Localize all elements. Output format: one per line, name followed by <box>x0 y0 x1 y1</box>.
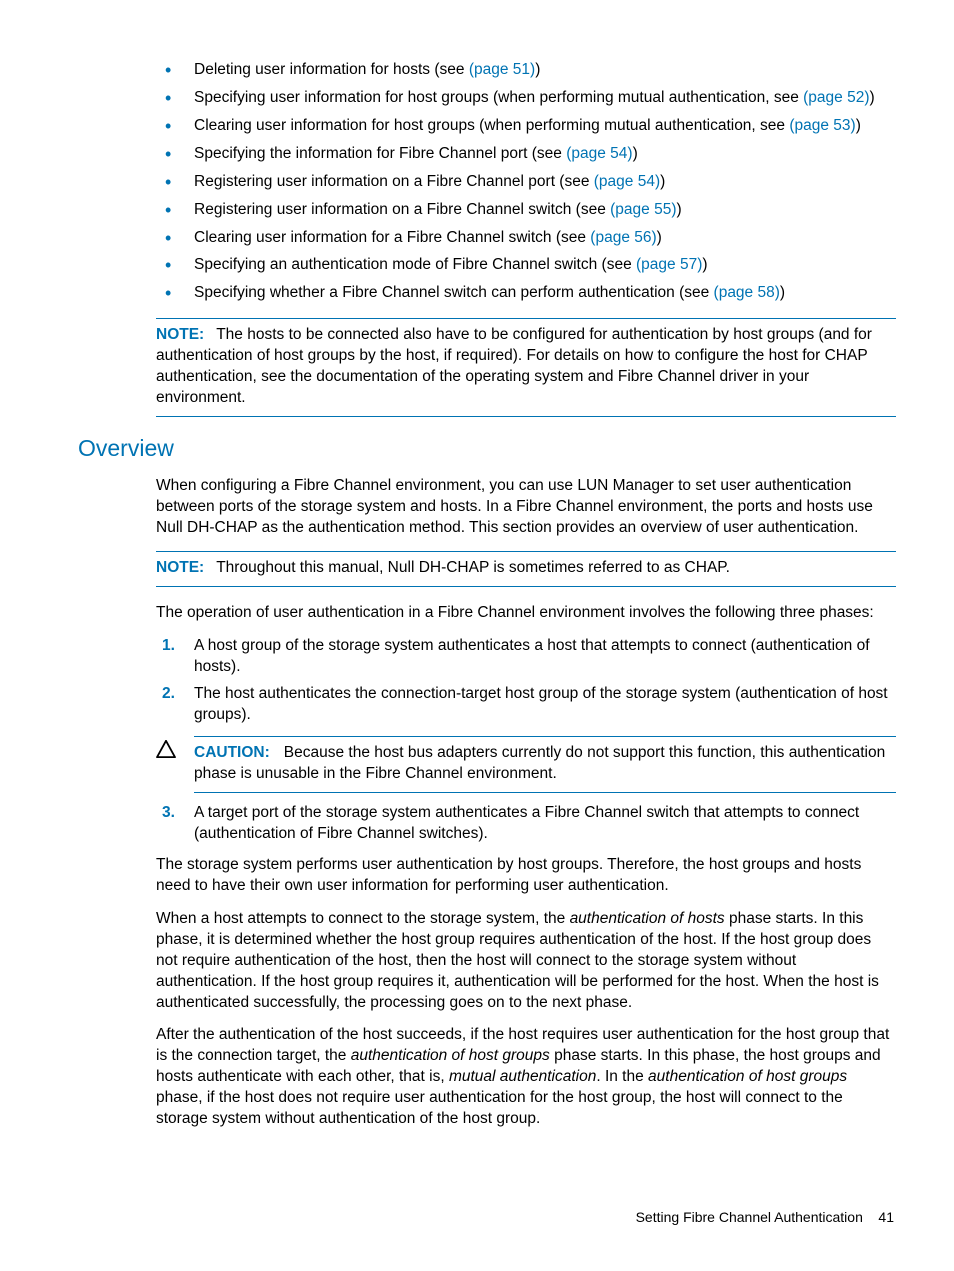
emphasis: authentication of host groups <box>648 1068 847 1085</box>
emphasis: authentication of hosts <box>570 910 725 927</box>
phases-intro: The operation of user authentication in … <box>156 603 896 624</box>
phase-text: A target port of the storage system auth… <box>194 804 859 842</box>
list-item: Deleting user information for hosts (see… <box>156 60 896 81</box>
bullet-text: Specifying the information for Fibre Cha… <box>194 145 566 162</box>
text-run: When a host attempts to connect to the s… <box>156 910 570 927</box>
bullet-text: Registering user information on a Fibre … <box>194 173 594 190</box>
list-item: Clearing user information for a Fibre Ch… <box>156 228 896 249</box>
list-item: A host group of the storage system authe… <box>156 636 896 678</box>
page-link[interactable]: (page 57) <box>636 256 702 273</box>
body-paragraph: After the authentication of the host suc… <box>156 1025 896 1130</box>
phase-text: A host group of the storage system authe… <box>194 637 870 675</box>
body-paragraph: When a host attempts to connect to the s… <box>156 909 896 1014</box>
caution-label: CAUTION: <box>194 744 284 761</box>
list-item: Specifying whether a Fibre Channel switc… <box>156 283 896 304</box>
bullet-tail: ) <box>780 284 785 301</box>
bullet-text: Specifying user information for host gro… <box>194 89 803 106</box>
bullet-tail: ) <box>633 145 638 162</box>
emphasis: authentication of host groups <box>351 1047 550 1064</box>
list-item: Specifying an authentication mode of Fib… <box>156 255 896 276</box>
bullet-tail: ) <box>676 201 681 218</box>
bullet-text: Clearing user information for a Fibre Ch… <box>194 229 590 246</box>
page-link[interactable]: (page 52) <box>803 89 869 106</box>
footer-page-number: 41 <box>878 1209 894 1225</box>
caution-icon <box>156 740 176 758</box>
note-label: NOTE: <box>156 559 216 576</box>
page-link[interactable]: (page 53) <box>789 117 855 134</box>
bullet-tail: ) <box>870 89 875 106</box>
bullet-text: Deleting user information for hosts (see <box>194 61 469 78</box>
bullet-text: Registering user information on a Fibre … <box>194 201 610 218</box>
bullet-text: Specifying whether a Fibre Channel switc… <box>194 284 714 301</box>
overview-heading: Overview <box>78 433 896 464</box>
phases-list-cont: A target port of the storage system auth… <box>156 803 896 845</box>
body-paragraph: The storage system performs user authent… <box>156 855 896 897</box>
page-footer: Setting Fibre Channel Authentication 41 <box>636 1208 894 1227</box>
caution-wrap: CAUTION:Because the host bus adapters cu… <box>156 736 896 793</box>
page-link[interactable]: (page 54) <box>594 173 660 190</box>
list-item: Specifying the information for Fibre Cha… <box>156 144 896 165</box>
list-item: Clearing user information for host group… <box>156 116 896 137</box>
text-run: . In the <box>596 1068 648 1085</box>
note-block: NOTE:The hosts to be connected also have… <box>156 318 896 417</box>
bullet-list: Deleting user information for hosts (see… <box>156 60 896 304</box>
bullet-tail: ) <box>702 256 707 273</box>
note-label: NOTE: <box>156 326 216 343</box>
page-link[interactable]: (page 58) <box>714 284 780 301</box>
note-block: NOTE:Throughout this manual, Null DH-CHA… <box>156 551 896 587</box>
text-run: phase, if the host does not require user… <box>156 1089 843 1127</box>
page-link[interactable]: (page 51) <box>469 61 535 78</box>
overview-paragraph: When configuring a Fibre Channel environ… <box>156 476 896 539</box>
caution-text: Because the host bus adapters currently … <box>194 744 885 782</box>
phases-list: A host group of the storage system authe… <box>156 636 896 727</box>
note-text: The hosts to be connected also have to b… <box>156 326 872 406</box>
list-item: The host authenticates the connection-ta… <box>156 684 896 726</box>
list-item: A target port of the storage system auth… <box>156 803 896 845</box>
emphasis: mutual authentication <box>449 1068 596 1085</box>
bullet-text: Clearing user information for host group… <box>194 117 789 134</box>
bullet-tail: ) <box>856 117 861 134</box>
list-item: Registering user information on a Fibre … <box>156 172 896 193</box>
page-link[interactable]: (page 54) <box>566 145 632 162</box>
footer-title: Setting Fibre Channel Authentication <box>636 1209 863 1225</box>
page-link[interactable]: (page 55) <box>610 201 676 218</box>
bullet-text: Specifying an authentication mode of Fib… <box>194 256 636 273</box>
page-link[interactable]: (page 56) <box>590 229 656 246</box>
bullet-tail: ) <box>535 61 540 78</box>
bullet-tail: ) <box>660 173 665 190</box>
note-text: Throughout this manual, Null DH-CHAP is … <box>216 559 730 576</box>
phase-text: The host authenticates the connection-ta… <box>194 685 888 723</box>
list-item: Specifying user information for host gro… <box>156 88 896 109</box>
caution-block: CAUTION:Because the host bus adapters cu… <box>194 736 896 793</box>
list-item: Registering user information on a Fibre … <box>156 200 896 221</box>
bullet-tail: ) <box>657 229 662 246</box>
